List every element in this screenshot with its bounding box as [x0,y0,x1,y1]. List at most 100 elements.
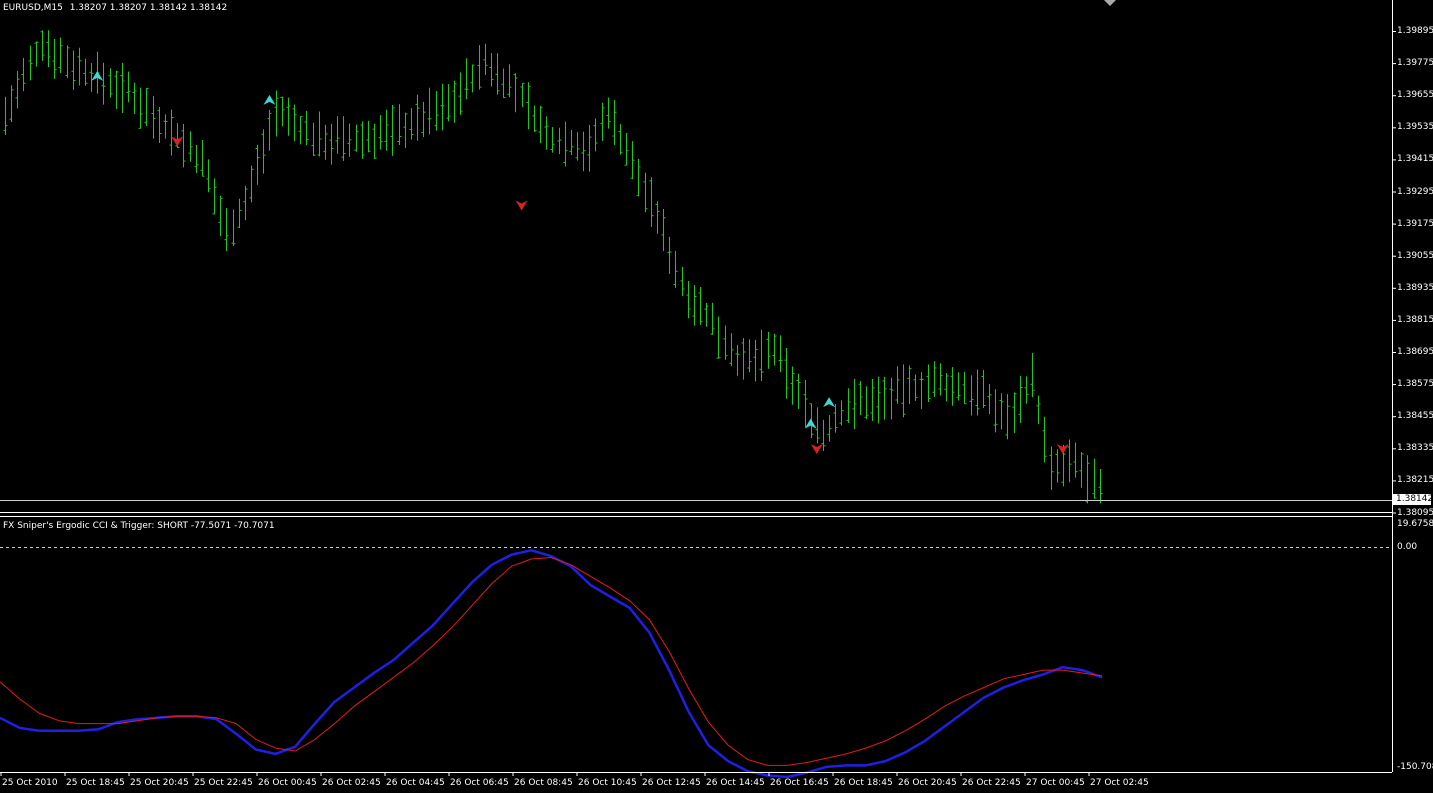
ohlc-bar [231,209,236,247]
ohlc-bar [390,105,395,156]
ohlc-bar [655,201,660,234]
ohlc-bar [311,122,316,156]
axis-ticks [0,31,1396,776]
ohlc-bar [329,123,334,165]
buy-arrow-icon [263,94,276,105]
ohlc-bar [600,102,605,141]
ohlc-bar [870,378,875,422]
time-tick-label: 26 Oct 18:45 [834,778,893,788]
ohlc-bar [839,400,844,426]
ohlc-bar [741,338,746,380]
ohlc-bar [1085,455,1090,504]
ohlc-bar [138,87,143,129]
time-tick-label: 26 Oct 22:45 [962,778,1021,788]
ohlc-bar [907,365,912,404]
ohlc-bar [83,58,88,86]
time-tick-label: 25 Oct 20:45 [130,778,189,788]
ohlc-bar [470,64,475,93]
ohlc-bar [354,124,359,152]
ohlc-bar [882,376,887,420]
ohlc-bar [267,109,272,151]
indicator-header: FX Sniper's Ergodic CCI & Trigger: SHORT… [3,521,275,531]
ohlc-bar [981,369,986,409]
ohlc-bar [446,84,451,122]
sell-arrow-icon [1056,443,1069,454]
ohlc-bar [21,57,26,92]
ohlc-bar [852,378,857,430]
ohlc-bar [606,97,611,129]
time-tick-label: 26 Oct 00:45 [258,778,317,788]
ohlc-bar [846,388,851,424]
ohlc-bars [3,30,1103,504]
price-tick-label: 1.39535 [1397,122,1433,133]
ohlc-bar [772,333,777,366]
ohlc-bar [440,83,445,131]
time-tick-label: 26 Oct 02:45 [322,778,381,788]
ohlc-bar [255,144,260,185]
price-tick-label: 1.39295 [1397,186,1433,197]
ohlc-bar [680,266,685,296]
ohlc-bar [323,124,328,160]
ohlc-bar [563,121,568,167]
indicator-axis-min: -150.708 [1397,762,1433,772]
ohlc-bar [827,415,832,442]
time-tick-label: 27 Oct 02:45 [1090,778,1149,788]
ohlc-bar [188,131,193,162]
ohlc-bar [759,329,764,382]
ohlc-bar [9,85,14,123]
ohlc-bar [833,404,838,433]
price-tick-label: 1.39415 [1397,154,1433,165]
ohlc-bar [716,316,721,359]
ohlc-bar [612,100,617,146]
ohlc-bar [784,348,789,399]
ohlc-bar [913,374,918,401]
ohlc-values: 1.38207 1.38207 1.38142 1.38142 [69,3,228,13]
ohlc-bar [587,125,592,172]
trigger-line [0,557,1103,766]
ohlc-bar [723,325,728,360]
ohlc-bar [163,114,168,139]
current-price-box: 1.38142 [1393,494,1433,505]
time-tick-label: 26 Oct 16:45 [770,778,829,788]
ohlc-bar [636,158,641,197]
ohlc-bar [108,68,113,98]
buy-arrow-icon [804,418,817,429]
ohlc-bar [532,105,537,133]
ohlc-bar [630,141,635,180]
ohlc-bar [114,70,119,109]
ohlc-bar [569,130,574,156]
ohlc-bar [864,386,869,420]
ohlc-bar [581,131,586,172]
ohlc-bar [950,367,955,406]
ohlc-bar [643,172,648,213]
chart-window[interactable]: EURUSD,M15 1.38207 1.38207 1.38142 1.381… [0,0,1433,793]
price-tick-label: 1.38215 [1397,475,1433,486]
ohlc-bar [403,112,408,148]
ohlc-bar [729,333,734,367]
chart-shift-marker-icon[interactable] [1104,0,1116,6]
ohlc-bar [40,30,45,61]
ohlc-bar [1098,469,1103,504]
ohlc-bar [796,373,801,409]
indicator-axis-max: 19.6758 [1397,519,1433,529]
time-tick-label: 26 Oct 10:45 [578,778,637,788]
ohlc-bar [876,376,881,424]
ohlc-bar [944,373,949,402]
price-tick-label: 1.39775 [1397,58,1433,69]
time-tick-label: 27 Oct 00:45 [1026,778,1085,788]
ohlc-bar [513,73,518,113]
price-tick-label: 1.38335 [1397,443,1433,454]
sell-arrow-icon [515,200,528,211]
ohlc-bar [126,71,131,103]
ohlc-bar [1036,395,1041,425]
price-chart-svg[interactable] [0,0,1433,793]
ohlc-bar [372,123,377,160]
ohlc-bar [409,108,414,140]
time-tick-label: 26 Oct 12:45 [642,778,701,788]
ohlc-bar [624,132,629,166]
time-tick-label: 25 Oct 2010 [2,778,58,788]
symbol-label: EURUSD,M15 [3,3,63,13]
ohlc-bar [360,121,365,159]
ohlc-bar [495,53,500,95]
ohlc-bar [593,118,598,152]
